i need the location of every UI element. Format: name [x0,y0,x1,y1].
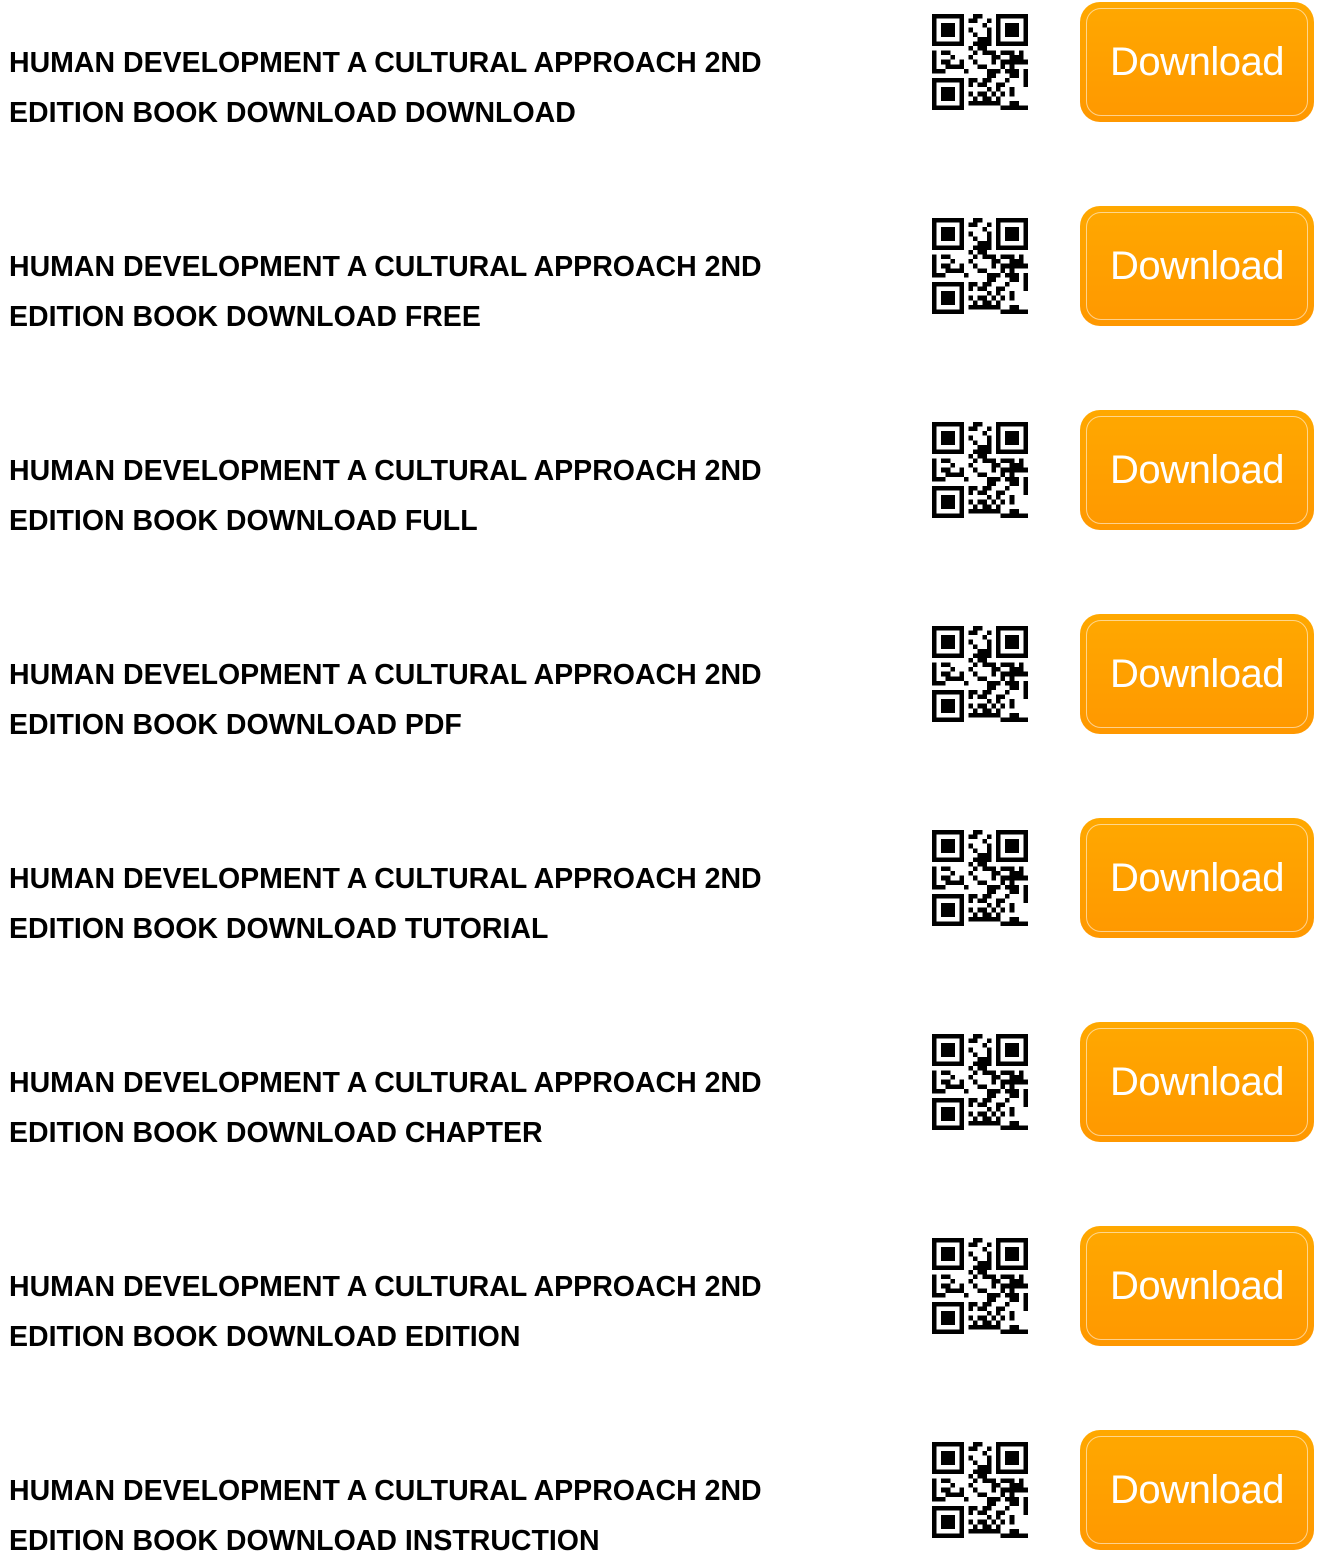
item-title-line-2: EDITION BOOK DOWNLOAD TUTORIAL [9,913,549,945]
item-title-line-1: HUMAN DEVELOPMENT A CULTURAL APPROACH 2N… [9,659,762,691]
item-title-line-2: EDITION BOOK DOWNLOAD FULL [9,505,478,537]
download-button-label: Download [1110,1467,1284,1512]
item-title-line-2: EDITION BOOK DOWNLOAD INSTRUCTION [9,1525,600,1557]
qr-code-icon [932,1442,1028,1538]
item-title: HUMAN DEVELOPMENT A CULTURAL APPROACH 2N… [9,1466,889,1566]
download-button[interactable]: Download [1080,206,1314,326]
list-item: HUMAN DEVELOPMENT A CULTURAL APPROACH 2N… [0,2,1317,129]
download-button[interactable]: Download [1080,410,1314,530]
download-button-label: Download [1110,1059,1284,1104]
list-item: HUMAN DEVELOPMENT A CULTURAL APPROACH 2N… [0,410,1317,537]
download-button-label: Download [1110,243,1284,288]
download-button[interactable]: Download [1080,1022,1314,1142]
list-item: HUMAN DEVELOPMENT A CULTURAL APPROACH 2N… [0,1022,1317,1149]
item-title-line-1: HUMAN DEVELOPMENT A CULTURAL APPROACH 2N… [9,1067,762,1099]
list-item: HUMAN DEVELOPMENT A CULTURAL APPROACH 2N… [0,614,1317,741]
download-button-label: Download [1110,447,1284,492]
list-item: HUMAN DEVELOPMENT A CULTURAL APPROACH 2N… [0,206,1317,333]
download-button[interactable]: Download [1080,818,1314,938]
qr-code-icon [932,626,1028,722]
item-title: HUMAN DEVELOPMENT A CULTURAL APPROACH 2N… [9,446,889,546]
download-button[interactable]: Download [1080,614,1314,734]
item-title-line-2: EDITION BOOK DOWNLOAD FREE [9,301,481,333]
download-button[interactable]: Download [1080,1430,1314,1550]
list-item: HUMAN DEVELOPMENT A CULTURAL APPROACH 2N… [0,1430,1317,1557]
qr-code-icon [932,830,1028,926]
item-title-line-1: HUMAN DEVELOPMENT A CULTURAL APPROACH 2N… [9,1271,762,1303]
item-title-line-1: HUMAN DEVELOPMENT A CULTURAL APPROACH 2N… [9,251,762,283]
qr-code-icon [932,1238,1028,1334]
qr-code-icon [932,218,1028,314]
download-button-label: Download [1110,855,1284,900]
download-button-label: Download [1110,1263,1284,1308]
item-title: HUMAN DEVELOPMENT A CULTURAL APPROACH 2N… [9,650,889,750]
item-title-line-2: EDITION BOOK DOWNLOAD DOWNLOAD [9,97,576,129]
list-item: HUMAN DEVELOPMENT A CULTURAL APPROACH 2N… [0,1226,1317,1353]
qr-code-icon [932,1034,1028,1130]
item-title-line-1: HUMAN DEVELOPMENT A CULTURAL APPROACH 2N… [9,1475,762,1507]
download-button-label: Download [1110,651,1284,696]
item-title: HUMAN DEVELOPMENT A CULTURAL APPROACH 2N… [9,242,889,342]
item-title-line-1: HUMAN DEVELOPMENT A CULTURAL APPROACH 2N… [9,863,762,895]
download-button[interactable]: Download [1080,1226,1314,1346]
item-title-line-2: EDITION BOOK DOWNLOAD PDF [9,709,462,741]
item-title-line-1: HUMAN DEVELOPMENT A CULTURAL APPROACH 2N… [9,47,762,79]
item-title-line-1: HUMAN DEVELOPMENT A CULTURAL APPROACH 2N… [9,455,762,487]
item-title: HUMAN DEVELOPMENT A CULTURAL APPROACH 2N… [9,854,889,954]
item-title: HUMAN DEVELOPMENT A CULTURAL APPROACH 2N… [9,38,889,138]
item-title-line-2: EDITION BOOK DOWNLOAD CHAPTER [9,1117,543,1149]
list-item: HUMAN DEVELOPMENT A CULTURAL APPROACH 2N… [0,818,1317,945]
item-title: HUMAN DEVELOPMENT A CULTURAL APPROACH 2N… [9,1262,889,1362]
qr-code-icon [932,14,1028,110]
download-button-label: Download [1110,39,1284,84]
item-title-line-2: EDITION BOOK DOWNLOAD EDITION [9,1321,521,1353]
item-title: HUMAN DEVELOPMENT A CULTURAL APPROACH 2N… [9,1058,889,1158]
qr-code-icon [932,422,1028,518]
download-button[interactable]: Download [1080,2,1314,122]
